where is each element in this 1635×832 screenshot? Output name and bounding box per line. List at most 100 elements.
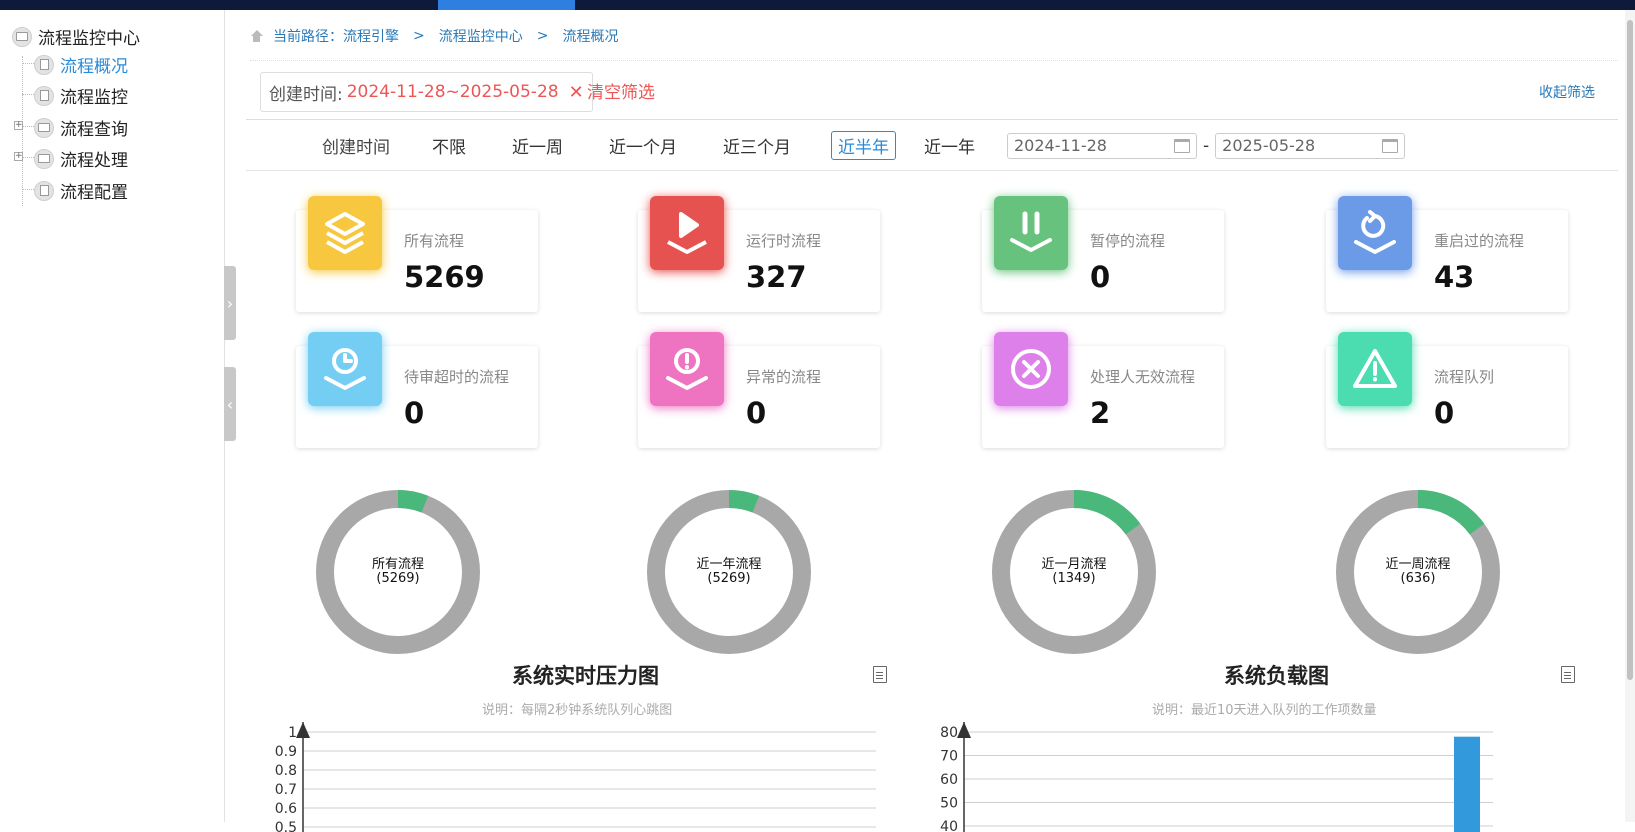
donut-chart-year: 近一年流程 (5269) [647,490,811,654]
donut-title: 近一周流程 [1385,557,1451,572]
breadcrumb-separator: > [536,28,549,44]
scrollbar-thumb[interactable] [1627,20,1633,680]
stat-label: 重启过的流程 [1434,232,1525,250]
folder-icon [34,117,54,138]
donut-count: (636) [1400,571,1436,586]
stat-value: 0 [1434,396,1455,430]
y-tick-label: 0.9 [275,744,297,760]
expand-plus-icon[interactable]: + [14,121,23,130]
home-icon [250,30,263,42]
main-content: 当前路径：流程引擎 > 流程监控中心 > 流程概况 创建时间: 2024-11-… [236,10,1625,832]
expand-sidebar-handle[interactable]: › [224,266,236,340]
y-tick-label: 80 [940,725,958,741]
doc-icon [34,180,54,201]
start-date-input[interactable]: 2024-11-28 [1007,132,1197,159]
clock-icon [308,332,382,406]
clear-filter-button[interactable]: 清空筛选 [587,78,655,103]
stat-value: 43 [1434,260,1475,294]
stat-label: 异常的流程 [746,368,822,386]
restart-icon [1338,196,1412,270]
stat-value: 327 [746,260,807,294]
top-bar-active-tab[interactable] [438,0,575,10]
time-range-row: 创建时间 不限 近一周 近一个月 近三个月 近半年 近一年 2024-11-28… [322,131,1406,160]
time-range-label: 创建时间 [322,138,390,158]
calendar-icon[interactable] [1174,138,1190,153]
doc-icon [34,54,54,75]
stat-value: 2 [1090,396,1111,430]
stat-card-paused[interactable]: 暂停的流程 0 [982,196,1224,312]
stat-card-abnormal[interactable]: 异常的流程 0 [638,332,880,448]
sidebar-item-monitor[interactable]: 流程监控 [34,83,128,108]
start-date-value: 2024-11-28 [1014,136,1107,155]
stat-card-overdue[interactable]: 待审超时的流程 0 [296,332,538,448]
stat-value: 5269 [404,260,485,294]
sidebar-item-config[interactable]: 流程配置 [34,178,128,203]
exclamation-icon [650,332,724,406]
pause-icon [994,196,1068,270]
range-option-week[interactable]: 近一周 [506,132,569,159]
sidebar-item-overview[interactable]: 流程概况 [34,52,128,77]
load-chart: 80 70 60 50 40 [940,722,1493,832]
folder-icon [34,148,54,169]
collapse-filter-link[interactable]: 收起筛选 [1539,82,1595,102]
range-option-year[interactable]: 近一年 [918,132,981,159]
breadcrumb: 当前路径：流程引擎 > 流程监控中心 > 流程概况 [250,26,618,46]
y-tick-label: 0.8 [275,763,297,779]
document-icon[interactable] [873,666,887,683]
breadcrumb-level2[interactable]: 流程监控中心 [439,26,523,46]
end-date-input[interactable]: 2025-05-28 [1215,132,1406,159]
sidebar-root[interactable]: 流程监控中心 [12,24,140,49]
vertical-scrollbar[interactable] [1625,10,1635,822]
document-icon[interactable] [1561,666,1575,683]
layers-icon [308,196,382,270]
stat-label: 流程队列 [1434,368,1495,386]
y-tick-label: 70 [940,749,958,765]
y-tick-label: 40 [940,819,958,832]
stat-value: 0 [404,396,425,430]
chevron-right-icon: › [226,293,234,313]
warning-icon [1338,332,1412,406]
range-option-3months[interactable]: 近三个月 [717,132,797,159]
filter-chip-created-time: 创建时间: 2024-11-28~2025-05-28 ✕ [260,72,593,112]
stat-card-invalid-handler[interactable]: 处理人无效流程 2 [982,332,1224,448]
range-option-halfyear[interactable]: 近半年 [831,131,896,160]
sidebar-item-label: 流程查询 [60,120,128,140]
sidebar-item-query[interactable]: + 流程查询 [14,115,128,140]
y-tick-label: 1 [288,725,297,741]
folder-icon [12,26,32,47]
stat-card-queue[interactable]: 流程队列 0 [1326,332,1568,448]
breadcrumb-current: 流程概况 [562,29,619,45]
sidebar-item-label: 流程概况 [60,57,128,77]
pressure-chart-subtitle: 说明：每隔2秒钟系统队列心跳图 [482,703,673,718]
range-option-unlimited[interactable]: 不限 [426,132,472,159]
donut-title: 近一月流程 [1041,557,1107,572]
filter-chip-label: 创建时间: [269,84,343,105]
sidebar-item-process[interactable]: + 流程处理 [14,146,128,171]
stat-card-restarted[interactable]: 重启过的流程 43 [1326,196,1568,312]
stat-label: 处理人无效流程 [1090,368,1196,386]
breadcrumb-root[interactable]: 当前路径：流程引擎 [273,26,399,46]
y-tick-label: 60 [940,772,958,788]
bar [1454,736,1480,832]
filter-chip-value: 2024-11-28~2025-05-28 [346,82,559,102]
stat-card-running[interactable]: 运行时流程 327 [638,196,880,312]
stat-card-all[interactable]: 所有流程 5269 [296,196,538,312]
range-option-month[interactable]: 近一个月 [603,132,683,159]
close-icon[interactable]: ✕ [569,82,584,103]
collapse-sidebar-handle[interactable]: ‹ [224,367,236,441]
sidebar: 流程监控中心 流程概况 流程监控 + 流程查询 + 流程处理 流程配置 [0,10,225,822]
stat-label: 待审超时的流程 [404,368,510,386]
stat-label: 暂停的流程 [1090,232,1166,250]
donut-chart-month: 近一月流程 (1349) [992,490,1156,654]
pressure-chart: 10.90.80.70.60.5 [275,722,876,832]
expand-plus-icon[interactable]: + [14,152,23,161]
donut-count: (1349) [1052,571,1096,586]
calendar-icon[interactable] [1382,138,1399,153]
sidebar-item-label: 流程监控 [60,88,128,108]
load-chart-subtitle: 说明：最近10天进入队列的工作项数量 [1152,703,1377,718]
breadcrumb-separator: > [413,28,425,44]
chevron-left-icon: ‹ [226,394,234,414]
y-tick-label: 0.6 [275,801,297,817]
pressure-chart-title: 系统实时压力图 [512,664,659,688]
donut-title: 所有流程 [371,557,424,572]
